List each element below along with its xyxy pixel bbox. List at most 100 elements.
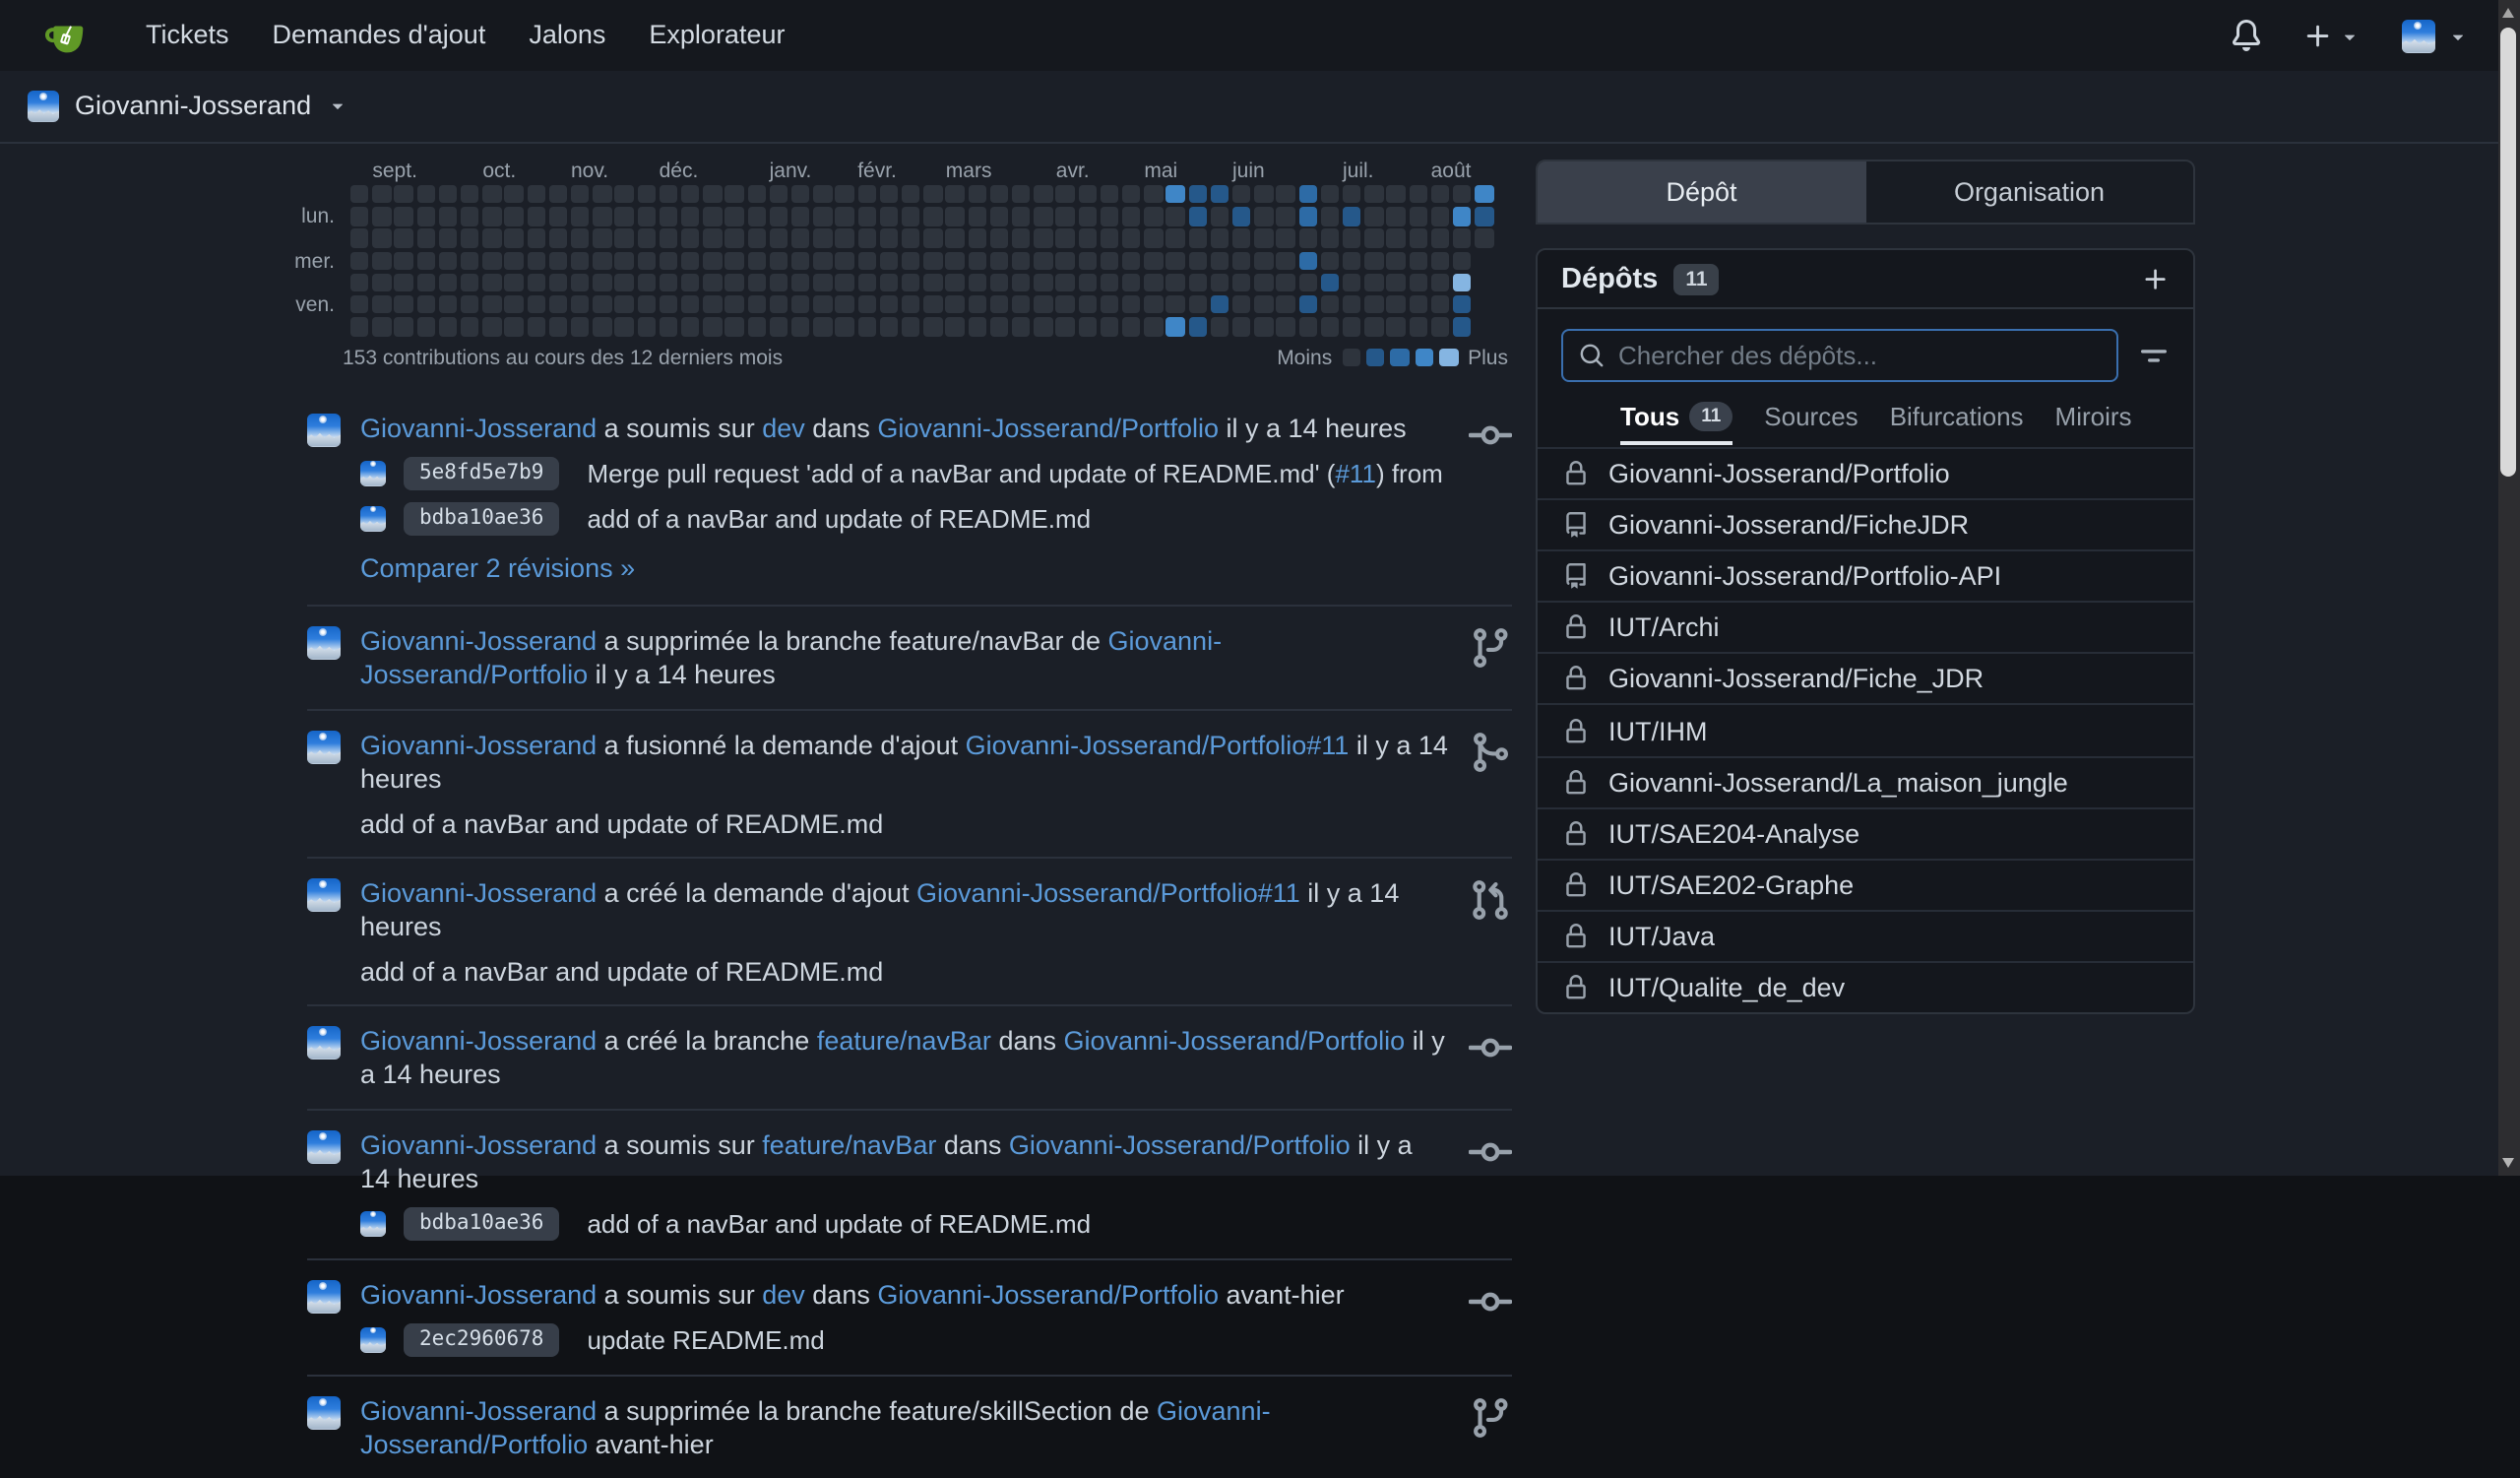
feed-link[interactable]: Giovanni-Josserand [360,1395,597,1425]
heatmap-cell [1254,207,1273,225]
repo-name[interactable]: Giovanni-Josserand/FicheJDR [1608,510,1969,540]
feed-entry-title: Giovanni-Josserand a supprimée la branch… [360,1393,1449,1460]
actor-avatar[interactable] [307,877,341,911]
heatmap-cell [482,251,501,270]
issue-link[interactable]: #11 [1335,458,1375,487]
feed-link[interactable]: feature/navBar [817,1025,991,1055]
commit-row: 5e8fd5e7b9Merge pull request 'add of a n… [360,456,1449,489]
feed-link[interactable]: Giovanni-Josserand [360,1279,597,1309]
repo-row[interactable]: Giovanni-Josserand/Portfolio-API [1538,549,2193,601]
heatmap-cell [880,185,899,204]
commit-hash[interactable]: 5e8fd5e7b9 [404,456,559,489]
repo-row[interactable]: IUT/SAE204-Analyse [1538,806,2193,858]
heatmap-cell [1078,295,1097,314]
repo-row[interactable]: IUT/SAE202-Graphe [1538,859,2193,910]
feed-link[interactable]: Giovanni-Josserand/Portfolio [877,413,1219,442]
scrollbar-down-arrow[interactable] [2501,1157,2513,1167]
repo-filter-tous[interactable]: Tous11 [1620,402,1732,431]
feed-link[interactable]: Giovanni-Josserand/Portfolio [1009,1129,1351,1159]
feed-link[interactable]: dev [762,413,805,442]
heatmap-cell [660,251,678,270]
repo-name[interactable]: Giovanni-Josserand/Fiche_JDR [1608,665,1984,694]
repo-name[interactable]: IUT/Java [1608,922,1715,951]
compare-revisions-link[interactable]: Comparer 2 révisions » [360,552,635,582]
repo-name[interactable]: IUT/SAE202-Graphe [1608,870,1854,900]
heatmap-cell [703,185,722,204]
heatmap-cell [571,317,590,336]
actor-avatar[interactable] [307,1129,341,1163]
nav-item-demandes-d-ajout[interactable]: Demandes d'ajout [251,0,508,71]
repo-filter-bifurcations[interactable]: Bifurcations [1890,402,2024,431]
repo-filter-sources[interactable]: Sources [1764,402,1858,431]
actor-avatar[interactable] [307,730,341,763]
actor-avatar[interactable] [307,413,341,446]
repo-name[interactable]: IUT/IHM [1608,716,1708,745]
repo-name[interactable]: Giovanni-Josserand/La_maison_jungle [1608,767,2068,797]
scrollbar-thumb[interactable] [2500,28,2516,477]
repo-row[interactable]: IUT/Archi [1538,602,2193,653]
repo-row[interactable]: IUT/Java [1538,910,2193,961]
repo-row[interactable]: Giovanni-Josserand/Fiche_JDR [1538,653,2193,704]
feed-link[interactable]: Giovanni-Josserand [360,1025,597,1055]
user-menu[interactable] [2402,19,2469,52]
repo-row[interactable]: IUT/IHM [1538,704,2193,755]
feed-link[interactable]: Giovanni-Josserand [360,877,597,907]
heatmap-cell [1321,185,1340,204]
heatmap-cell [923,251,942,270]
feed-link[interactable]: Giovanni-Josserand [360,730,597,759]
feed-link[interactable]: Giovanni-Josserand [360,625,597,655]
feed-link[interactable]: feature/navBar [762,1129,936,1159]
context-user-switcher[interactable]: Giovanni-Josserand [28,91,348,122]
feed-link[interactable]: Giovanni-Josserand [360,1129,597,1159]
gitea-logo-icon[interactable] [41,15,87,56]
nav-item-tickets[interactable]: Tickets [124,0,251,71]
repo-name[interactable]: Giovanni-Josserand/Portfolio [1608,459,1950,488]
commit-hash[interactable]: 2ec2960678 [404,1322,559,1356]
repo-row[interactable]: Giovanni-Josserand/Portfolio [1538,447,2193,498]
repo-name[interactable]: Giovanni-Josserand/Portfolio-API [1608,561,2001,591]
scrollbar-up-arrow[interactable] [2501,8,2513,18]
heatmap-cell [1409,274,1427,292]
heatmap-cell [836,229,854,248]
commit-hash[interactable]: bdba10ae36 [404,501,559,535]
actor-avatar[interactable] [307,1025,341,1059]
heatmap-cell [660,295,678,314]
heatmap-cell [416,185,435,204]
repo-filter-miroirs[interactable]: Miroirs [2055,402,2132,431]
lock-icon [1563,718,1589,743]
create-new-button[interactable] [2303,21,2361,50]
add-repo-button[interactable] [2142,265,2170,292]
feed-link[interactable]: Giovanni-Josserand/Portfolio#11 [916,877,1300,907]
actor-avatar[interactable] [307,1279,341,1313]
repo-row[interactable]: IUT/Qualite_de_dev [1538,961,2193,1012]
nav-item-jalons[interactable]: Jalons [507,0,627,71]
repo-row[interactable]: Giovanni-Josserand/La_maison_jungle [1538,755,2193,806]
feed-link[interactable]: Giovanni-Josserand [360,413,597,442]
feed-link[interactable]: dev [762,1279,805,1309]
heatmap-cell [439,229,458,248]
repo-name[interactable]: IUT/Archi [1608,613,1720,643]
heatmap-cell [505,207,524,225]
feed-link[interactable]: Giovanni-Josserand/Portfolio [877,1279,1219,1309]
nav-item-explorateur[interactable]: Explorateur [627,0,806,71]
scrollbar[interactable] [2497,0,2520,1175]
heatmap-day-label: mer. [232,249,335,273]
feed-link[interactable]: Giovanni-Josserand/Portfolio#11 [966,730,1350,759]
actor-avatar[interactable] [307,625,341,659]
actor-avatar[interactable] [307,1395,341,1429]
heatmap-cell [1298,229,1317,248]
repo-row[interactable]: Giovanni-Josserand/FicheJDR [1538,498,2193,549]
tab-organisation[interactable]: Organisation [1865,161,2193,223]
repo-name[interactable]: IUT/SAE204-Analyse [1608,818,1859,848]
bell-icon[interactable] [2231,20,2262,51]
feed-link[interactable]: Giovanni-Josserand/Portfolio [1064,1025,1406,1055]
heatmap-cell [350,317,369,336]
commit-hash[interactable]: bdba10ae36 [404,1206,559,1240]
filter-icon[interactable] [2138,340,2170,371]
repo-search-input[interactable] [1618,341,2101,370]
heatmap-cell [549,207,568,225]
filter-label: Tous [1620,402,1679,431]
heatmap-cell [1144,251,1163,270]
tab-depot[interactable]: Dépôt [1538,161,1865,223]
repo-name[interactable]: IUT/Qualite_de_dev [1608,973,1845,1002]
